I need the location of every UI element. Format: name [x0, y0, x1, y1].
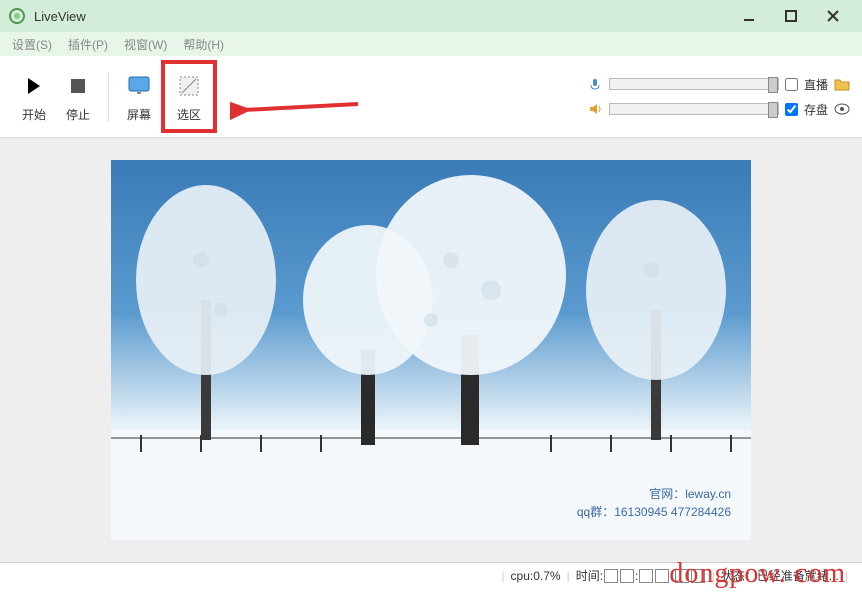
- menu-plugin[interactable]: 插件(P): [60, 36, 116, 53]
- time-label: 时间:: [576, 567, 603, 584]
- minimize-button[interactable]: [728, 0, 770, 32]
- speaker-slider[interactable]: [609, 103, 779, 115]
- preview-area: 官网：leway.cn qq群：16130945 477284426: [0, 138, 862, 562]
- speaker-icon[interactable]: [587, 101, 603, 117]
- start-label: 开始: [22, 106, 46, 123]
- save-label: 存盘: [804, 101, 828, 118]
- cpu-label: cpu:: [511, 569, 534, 583]
- toolbar: 开始 停止 屏幕 选区 直播: [0, 56, 862, 138]
- time-digit: [639, 569, 653, 583]
- menu-settings[interactable]: 设置(S): [4, 36, 60, 53]
- speaker-control-row: 存盘: [587, 101, 850, 118]
- stop-label: 停止: [66, 106, 90, 123]
- statusbar: | cpu: 0.7% | 时间: :: | 状态： 已经准备就绪... |: [0, 562, 862, 588]
- titlebar: LiveView: [0, 0, 862, 32]
- window-title: LiveView: [34, 9, 728, 24]
- toolbar-divider: [108, 72, 109, 122]
- state-value: 已经准备就绪...: [757, 567, 839, 584]
- maximize-button[interactable]: [770, 0, 812, 32]
- eye-icon[interactable]: [834, 101, 850, 117]
- image-site-text: 官网：leway.cn: [649, 485, 731, 502]
- cpu-value: 0.7%: [533, 569, 560, 583]
- select-region-icon: [173, 70, 205, 102]
- arrow-annotation-icon: [230, 96, 360, 120]
- screen-label: 屏幕: [127, 106, 151, 123]
- preview-image: 官网：leway.cn qq群：16130945 477284426: [111, 160, 751, 540]
- monitor-icon: [123, 70, 155, 102]
- time-digit: [620, 569, 634, 583]
- play-icon: [18, 70, 50, 102]
- time-digit: [655, 569, 669, 583]
- menu-view[interactable]: 视窗(W): [116, 36, 175, 53]
- folder-icon[interactable]: [834, 76, 850, 92]
- right-controls: 直播 存盘: [587, 76, 850, 118]
- close-button[interactable]: [812, 0, 854, 32]
- stop-button[interactable]: 停止: [56, 66, 100, 127]
- mic-slider[interactable]: [609, 78, 779, 90]
- time-digit: [691, 569, 705, 583]
- image-qq-text: qq群：16130945 477284426: [577, 503, 731, 520]
- app-logo-icon: [8, 7, 26, 25]
- screen-button[interactable]: 屏幕: [117, 66, 161, 127]
- time-digit: [604, 569, 618, 583]
- live-checkbox[interactable]: [785, 78, 798, 91]
- save-checkbox[interactable]: [785, 103, 798, 116]
- time-digit: [675, 569, 689, 583]
- menubar: 设置(S) 插件(P) 视窗(W) 帮助(H): [0, 32, 862, 56]
- microphone-icon[interactable]: [587, 76, 603, 92]
- mic-control-row: 直播: [587, 76, 850, 93]
- stop-icon: [62, 70, 94, 102]
- region-highlight: 选区: [161, 60, 217, 133]
- start-button[interactable]: 开始: [12, 66, 56, 127]
- region-button[interactable]: 选区: [167, 66, 211, 127]
- live-label: 直播: [804, 76, 828, 93]
- region-label: 选区: [177, 106, 201, 123]
- menu-help[interactable]: 帮助(H): [175, 36, 232, 53]
- state-label: 状态：: [721, 567, 757, 584]
